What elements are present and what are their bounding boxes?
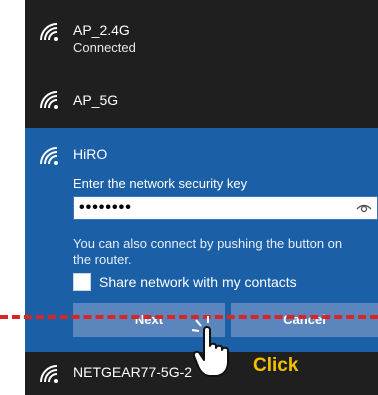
security-key-input[interactable]: •••••••• bbox=[73, 196, 378, 220]
share-network-label: Share network with my contacts bbox=[99, 274, 297, 290]
eye-icon[interactable] bbox=[356, 202, 372, 214]
share-network-checkbox[interactable] bbox=[73, 273, 91, 291]
wps-info-line-2: the router. bbox=[73, 252, 132, 267]
network-status: Connected bbox=[73, 40, 136, 55]
network-item-ap-5g[interactable]: AP_5G bbox=[25, 64, 378, 128]
wifi-signal-icon bbox=[40, 23, 58, 41]
cancel-button[interactable]: Cancel bbox=[231, 303, 378, 337]
share-network-option[interactable]: Share network with my contacts bbox=[73, 272, 297, 292]
network-ssid: AP_5G bbox=[73, 92, 119, 108]
hand-pointer-icon bbox=[191, 316, 229, 377]
annotation-dashed-line bbox=[0, 315, 378, 319]
network-ssid: HiRO bbox=[73, 146, 108, 162]
security-key-value: •••••••• bbox=[79, 199, 132, 216]
network-item-ap-2-4g[interactable]: AP_2.4G Connected bbox=[25, 0, 378, 64]
network-ssid: NETGEAR77-5G-2 bbox=[73, 364, 193, 380]
security-key-prompt: Enter the network security key bbox=[73, 176, 248, 191]
wifi-signal-icon bbox=[40, 365, 58, 383]
click-annotation-label: Click bbox=[253, 355, 299, 376]
wifi-signal-icon bbox=[40, 91, 58, 109]
network-ssid: AP_2.4G bbox=[73, 22, 130, 38]
wifi-signal-icon bbox=[40, 147, 58, 165]
wps-info-line-1: You can also connect by pushing the butt… bbox=[73, 236, 343, 251]
wps-info-text: You can also connect by pushing the butt… bbox=[73, 236, 378, 268]
